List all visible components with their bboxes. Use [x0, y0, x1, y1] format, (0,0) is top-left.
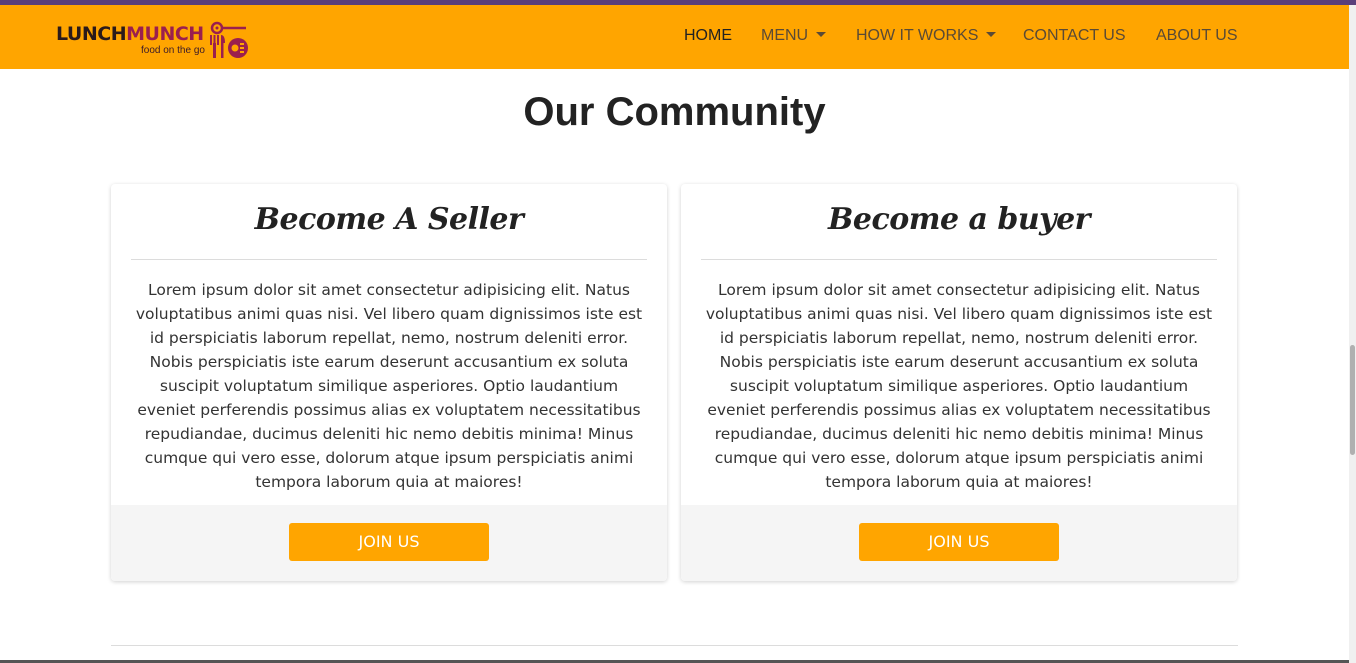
nav-menu[interactable]: MENU: [761, 27, 827, 45]
card-heading: Become A Seller: [254, 202, 524, 237]
caret-down-icon: [816, 32, 827, 37]
logo-word-lunch: LUNCH: [56, 23, 127, 45]
page-scrollbar[interactable]: [1349, 5, 1356, 663]
section-title: Our Community: [523, 90, 826, 134]
nav-contact-us[interactable]: CONTACT US: [1023, 27, 1126, 45]
join-us-button[interactable]: JOIN US: [289, 523, 489, 561]
card-description: Lorem ipsum dolor sit amet consectetur a…: [705, 281, 1213, 491]
logo-cutlery-icon: [210, 21, 248, 58]
scrollbar-thumb[interactable]: [1350, 345, 1355, 455]
nav-menu-label: MENU: [761, 27, 809, 44]
buyer-card: Become a buyer Lorem ipsum dolor sit ame…: [681, 184, 1237, 581]
logo-wordmark: LUNCHMUNCH: [56, 23, 204, 45]
card-description: Lorem ipsum dolor sit amet consectetur a…: [135, 281, 643, 491]
nav-how-it-works[interactable]: HOW IT WORKS: [856, 27, 997, 45]
brand-logo[interactable]: LUNCHMUNCH food on the go: [56, 19, 256, 63]
nav-about-us[interactable]: ABOUT US: [1156, 27, 1238, 45]
card-footer: JOIN US: [111, 505, 667, 581]
card-divider: [131, 259, 647, 260]
navbar: LUNCHMUNCH food on the go HOME MENU HOW …: [0, 5, 1349, 69]
card-heading: Become a buyer: [828, 202, 1091, 237]
card-footer: JOIN US: [681, 505, 1237, 581]
caret-down-icon: [986, 32, 997, 37]
join-us-button[interactable]: JOIN US: [859, 523, 1059, 561]
nav-home[interactable]: HOME: [684, 27, 732, 45]
logo-word-munch: MUNCH: [126, 23, 204, 45]
logo-tagline: food on the go: [141, 45, 205, 56]
section-divider: [111, 645, 1238, 646]
seller-card: Become A Seller Lorem ipsum dolor sit am…: [111, 184, 667, 581]
card-divider: [701, 259, 1217, 260]
nav-how-it-works-label: HOW IT WORKS: [856, 27, 979, 44]
